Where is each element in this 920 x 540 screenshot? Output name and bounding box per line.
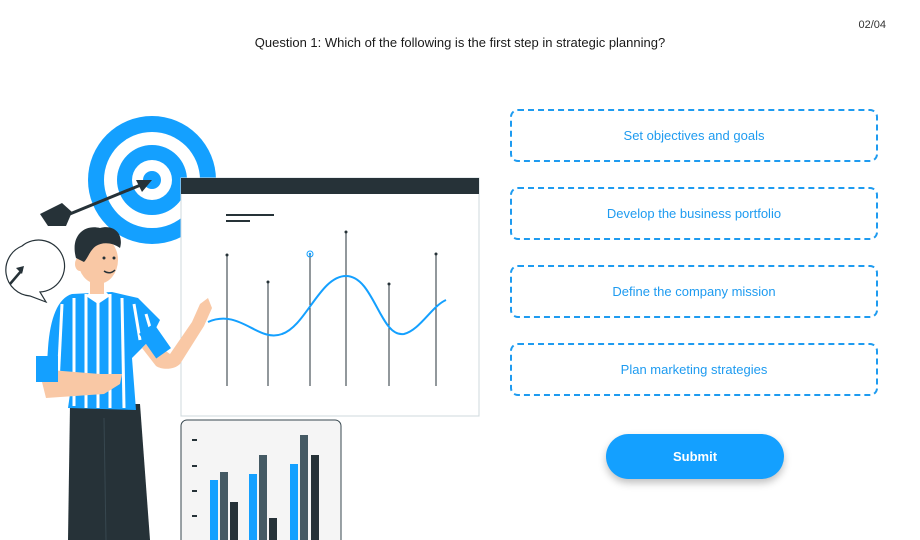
option-develop-portfolio[interactable]: Develop the business portfolio [510,187,878,240]
question-text: Question 1: Which of the following is th… [254,35,666,50]
option-define-mission[interactable]: Define the company mission [510,265,878,318]
strategy-illustration [5,116,480,540]
presentation-board [180,177,480,417]
quiz-page: 02/04 Question 1: Which of the following… [0,0,920,540]
submit-button[interactable]: Submit [606,434,784,479]
speech-bubble-icon [5,239,66,304]
question-counter: 02/04 [858,19,886,31]
option-plan-marketing[interactable]: Plan marketing strategies [510,343,878,396]
answer-options: Set objectives and goals Develop the bus… [510,109,878,421]
option-set-objectives[interactable]: Set objectives and goals [510,109,878,162]
bar-chart-card [180,419,342,540]
